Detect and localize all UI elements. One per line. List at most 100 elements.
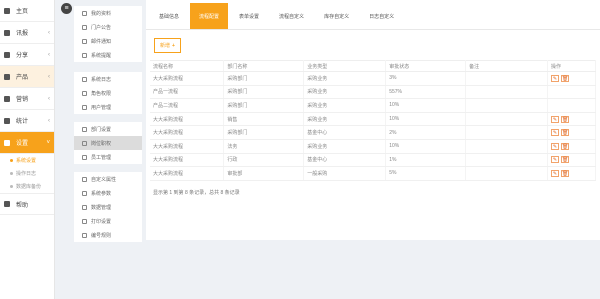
table-cell: 大大采购流程 bbox=[150, 166, 225, 181]
column-header[interactable]: 业务类型 bbox=[303, 60, 387, 72]
sidebar-subitem-db-backup[interactable]: 数据库备份 bbox=[0, 180, 54, 193]
notice-icon bbox=[82, 24, 87, 30]
delete-icon[interactable]: 🗑 bbox=[560, 169, 569, 177]
print-icon bbox=[82, 218, 87, 224]
sidebar-item-home[interactable]: 主页 bbox=[0, 0, 54, 22]
tab-process-config[interactable]: 流程配置 bbox=[190, 3, 229, 29]
sidebar-subitem-label: 系统设置 bbox=[16, 158, 37, 164]
column-header[interactable]: 审批状态 bbox=[385, 60, 467, 72]
row-actions bbox=[547, 98, 597, 113]
pagination-info: 显示第 1 到第 8 条记录，总共 8 条记录 bbox=[153, 189, 240, 196]
table-cell bbox=[465, 153, 548, 168]
attr-icon bbox=[82, 176, 87, 182]
tab-log-custom[interactable]: 日志自定义 bbox=[360, 3, 403, 29]
subnav-item-staff[interactable]: 员工管理 bbox=[74, 150, 142, 164]
table-cell bbox=[465, 85, 548, 100]
sidebar-item-share[interactable]: 分享 ‹ bbox=[0, 44, 54, 66]
row-actions: ✎ 🗑 bbox=[547, 153, 597, 168]
subnav-item-notice[interactable]: 门户公告 bbox=[74, 20, 142, 34]
subnav-item-param[interactable]: 系统参数 bbox=[74, 186, 142, 200]
subnav-item-users[interactable]: 用户管理 bbox=[74, 100, 142, 114]
table-cell: 采购部门 bbox=[223, 125, 305, 140]
table-row[interactable]: 大大采购流程 审批部 一般采购 5% ✎ 🗑 bbox=[150, 166, 597, 181]
edit-icon[interactable]: ✎ bbox=[550, 169, 559, 177]
table-row[interactable]: 大大采购流程 行政 基金中心 1% ✎ 🗑 bbox=[150, 153, 597, 168]
post-icon bbox=[82, 140, 87, 146]
product-icon bbox=[4, 73, 10, 80]
bullet-icon bbox=[10, 159, 13, 162]
help-icon bbox=[4, 201, 10, 207]
sidebar-subitem-label: 操作日志 bbox=[16, 171, 37, 177]
table-cell: 销售 bbox=[223, 112, 305, 127]
delete-icon[interactable]: 🗑 bbox=[560, 129, 569, 137]
add-button[interactable]: 新增 + bbox=[154, 37, 181, 53]
column-header[interactable]: 操作 bbox=[547, 60, 597, 72]
sidebar-subitem-operation-log[interactable]: 操作日志 bbox=[0, 167, 54, 180]
toolbar: 新增 + bbox=[146, 30, 600, 60]
param-icon bbox=[82, 190, 87, 196]
edit-icon[interactable]: ✎ bbox=[550, 129, 559, 137]
subnav-item-log[interactable]: 系统日志 bbox=[74, 72, 142, 86]
subnav-item-reminder[interactable]: 系统提醒 bbox=[74, 48, 142, 62]
subnav-item-label: 自定义属性 bbox=[91, 176, 117, 183]
table-cell: 大大采购流程 bbox=[150, 139, 225, 154]
table-row[interactable]: 大大采购流程 采购部门 基金中心 2% ✎ 🗑 bbox=[150, 125, 597, 140]
table-cell: 2% bbox=[385, 125, 467, 140]
table-row[interactable]: 产品二流程 采购部门 采购业务 10% bbox=[150, 98, 597, 113]
sidebar-item-help[interactable]: 帮助 bbox=[0, 193, 54, 215]
table-row[interactable]: 大大采购流程 销售 采购业务 10% ✎ 🗑 bbox=[150, 112, 597, 127]
delete-icon[interactable]: 🗑 bbox=[560, 115, 569, 123]
delete-icon[interactable]: 🗑 bbox=[560, 74, 569, 82]
delete-icon[interactable]: 🗑 bbox=[560, 156, 569, 164]
subnav-item-roles[interactable]: 角色权限 bbox=[74, 86, 142, 100]
sidebar-subitem-system-settings[interactable]: 系统设置 bbox=[0, 154, 54, 167]
news-icon bbox=[4, 29, 10, 36]
subnav-item-attr[interactable]: 自定义属性 bbox=[74, 172, 142, 186]
tab-inventory-custom[interactable]: 库存自定义 bbox=[315, 3, 358, 29]
table-cell: 大大采购流程 bbox=[150, 71, 225, 86]
edit-icon[interactable]: ✎ bbox=[550, 74, 559, 82]
chevron-left-icon: ‹ bbox=[48, 29, 50, 36]
subnav-item-rule[interactable]: 编号规则 bbox=[74, 228, 142, 242]
table-row[interactable]: 产品一流程 采购部门 采购业务 557% bbox=[150, 85, 597, 100]
add-button-label: 新增 bbox=[160, 42, 171, 49]
sidebar-item-label: 设置 bbox=[16, 141, 29, 147]
table-row[interactable]: 大大采购流程 采购部门 采购业务 3% ✎ 🗑 bbox=[150, 71, 597, 86]
subnav-item-label: 系统参数 bbox=[91, 190, 112, 197]
menu-toggle-icon[interactable]: ≡ bbox=[61, 3, 72, 14]
tab-basic-info[interactable]: 基础信息 bbox=[150, 3, 188, 29]
subnav-item-dept[interactable]: 部门设置 bbox=[74, 122, 142, 136]
subnav-item-data[interactable]: 数据管理 bbox=[74, 200, 142, 214]
sidebar-item-marketing[interactable]: 营销 ‹ bbox=[0, 88, 54, 110]
sidebar-item-settings[interactable]: 设置 ˅ bbox=[0, 132, 54, 154]
edit-icon[interactable]: ✎ bbox=[550, 115, 559, 123]
subnav-item-mail[interactable]: 邮件通知 bbox=[74, 34, 142, 48]
mail-icon bbox=[82, 38, 87, 44]
sidebar-item-product[interactable]: 产品 ‹ bbox=[0, 66, 54, 88]
delete-icon[interactable]: 🗑 bbox=[560, 142, 569, 150]
table-cell bbox=[465, 139, 548, 154]
edit-icon[interactable]: ✎ bbox=[550, 156, 559, 164]
share-icon bbox=[4, 51, 10, 58]
edit-icon[interactable]: ✎ bbox=[550, 142, 559, 150]
subnav-item-label: 我的资料 bbox=[91, 10, 112, 17]
subnav-item-label: 系统提醒 bbox=[91, 52, 112, 59]
table-row[interactable]: 大大采购流程 法务 采购业务 10% ✎ 🗑 bbox=[150, 139, 597, 154]
sidebar-item-stats[interactable]: 统计 ‹ bbox=[0, 110, 54, 132]
subnav-item-post[interactable]: 岗位职权 bbox=[74, 136, 142, 150]
table-cell bbox=[465, 166, 548, 181]
sidebar-item-news[interactable]: 讯报 ‹ bbox=[0, 22, 54, 44]
subnav-group-personal: 我的资料 门户公告 邮件通知 系统提醒 bbox=[74, 6, 142, 62]
table-cell: 采购部门 bbox=[223, 85, 305, 100]
subnav-item-print[interactable]: 打印设置 bbox=[74, 214, 142, 228]
column-header[interactable]: 流程名称 bbox=[150, 60, 225, 72]
tab-form-settings[interactable]: 表单设置 bbox=[230, 3, 268, 29]
bullet-icon bbox=[10, 172, 13, 175]
sidebar-item-label: 帮助 bbox=[16, 202, 29, 209]
subnav-item-profile[interactable]: 我的资料 bbox=[74, 6, 142, 20]
tab-process-custom[interactable]: 流程自定义 bbox=[270, 3, 313, 29]
column-header[interactable]: 备注 bbox=[465, 60, 548, 72]
sidebar-subitem-label: 数据库备份 bbox=[16, 184, 42, 190]
table-cell bbox=[465, 98, 548, 113]
column-header[interactable]: 部门名称 bbox=[223, 60, 305, 72]
